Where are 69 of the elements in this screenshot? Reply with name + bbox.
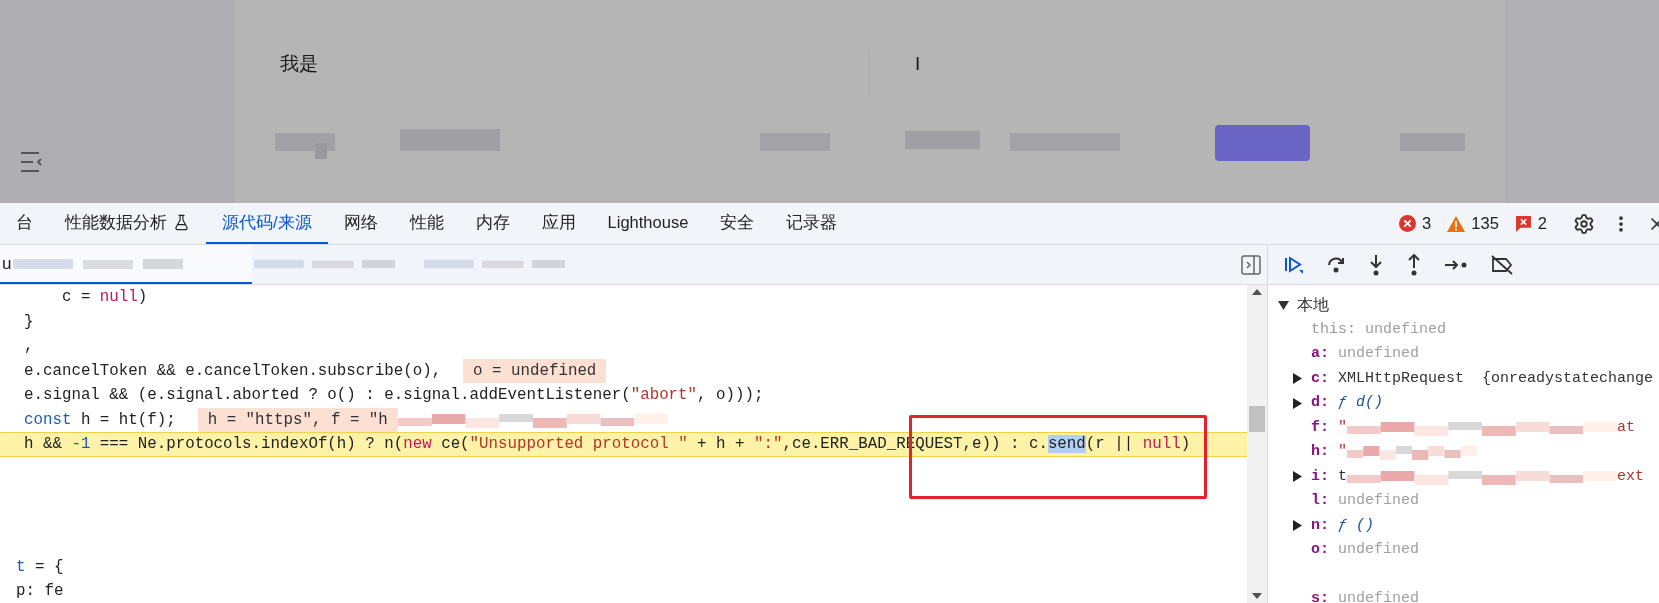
variable-name: l:	[1311, 491, 1329, 511]
variable-value: undefined	[1338, 344, 1420, 364]
panel-tab[interactable]: 台	[0, 203, 49, 244]
file-name: u	[2, 252, 12, 275]
variable-value: undefined	[1338, 589, 1420, 603]
counter-text[interactable]: 3	[1422, 211, 1432, 236]
variable-name: this:	[1311, 319, 1356, 340]
variable-value: XMLHttpRequest {onreadystatechange	[1338, 368, 1654, 389]
code-line: e.signal && (e.signal.aborted ? o() : e.signal.addEventListener("abort", o)));	[24, 385, 764, 406]
panel-tab[interactable]: 性能数据分析	[49, 203, 206, 244]
file-tab[interactable]: u	[0, 245, 252, 284]
resume-icon[interactable]	[1284, 254, 1304, 275]
variable-name: o:	[1311, 540, 1329, 560]
variable-value: at	[1617, 417, 1636, 438]
scope-title[interactable]: 本地	[1297, 293, 1329, 318]
scrollbar[interactable]	[1247, 285, 1267, 603]
variable-value: ext	[1617, 466, 1645, 487]
panel-tab[interactable]: 安全	[704, 203, 771, 244]
variable-name: s:	[1311, 589, 1329, 603]
step-over-icon[interactable]	[1326, 254, 1346, 275]
sidebar-toggle-icon[interactable]	[1241, 254, 1261, 275]
panel-tab[interactable]: 内存	[459, 203, 526, 244]
menu-icon[interactable]	[20, 151, 44, 173]
inline-value: o = undefined	[463, 358, 607, 383]
deactivate-breakpoints-icon[interactable]	[1490, 254, 1514, 275]
variable-name: a:	[1311, 344, 1329, 364]
expand-arrow-icon[interactable]	[1293, 471, 1302, 483]
variable-value: "	[1338, 417, 1348, 438]
expand-arrow-icon[interactable]	[1293, 373, 1302, 385]
variable-name: h:	[1311, 442, 1329, 462]
code-line: p: fe	[16, 581, 64, 602]
expand-arrow-icon[interactable]	[1278, 300, 1289, 310]
variable-name: d:	[1311, 393, 1329, 413]
counter-text[interactable]: 2	[1537, 211, 1547, 236]
panel-tab[interactable]: 性能	[393, 203, 460, 244]
expand-arrow-icon[interactable]	[1293, 397, 1302, 409]
code-line: t = {	[16, 556, 64, 578]
code-line: }	[24, 311, 34, 333]
code-line: c = null)	[60, 287, 148, 308]
variable-value: ƒ ()	[1338, 515, 1375, 536]
expand-arrow-icon[interactable]	[1293, 520, 1302, 532]
variable-value: undefined	[1338, 491, 1420, 511]
step-out-icon[interactable]	[1406, 253, 1422, 276]
panel-tab[interactable]: Lighthouse	[591, 203, 705, 244]
scroll-up-icon[interactable]	[1252, 289, 1262, 295]
variable-name: c:	[1311, 368, 1329, 389]
variable-value: "	[1338, 442, 1348, 462]
variable-value: t	[1338, 466, 1348, 487]
variable-value: ƒ d()	[1338, 393, 1384, 413]
step-into-icon[interactable]	[1368, 253, 1384, 276]
panel-tab[interactable]: 应用	[525, 203, 592, 244]
settings-icon[interactable]	[1573, 212, 1595, 235]
table-cell: 我是	[235, 50, 870, 95]
panel-tab[interactable]: 网络	[327, 203, 394, 244]
scroll-down-icon[interactable]	[1252, 593, 1262, 599]
code-line: ,	[24, 336, 34, 357]
inline-value: h = "https", f = "h	[197, 407, 398, 432]
code-line: e.cancelToken && e.cancelToken.subscribe(o),	[24, 360, 442, 382]
variable-name: f:	[1311, 417, 1329, 438]
code-line: const h = ht(f);	[24, 409, 176, 431]
step-icon[interactable]	[1444, 257, 1468, 272]
variable-name: n:	[1311, 515, 1329, 536]
panel-tab[interactable]: 记录器	[770, 203, 854, 244]
variable-name: i:	[1311, 466, 1329, 487]
scrollbar-thumb[interactable]	[1249, 406, 1265, 432]
variable-value: undefined	[1338, 540, 1420, 560]
table-cell-text: I	[914, 52, 921, 76]
counter-text[interactable]: 135	[1471, 211, 1499, 236]
variable-value: undefined	[1365, 319, 1447, 340]
